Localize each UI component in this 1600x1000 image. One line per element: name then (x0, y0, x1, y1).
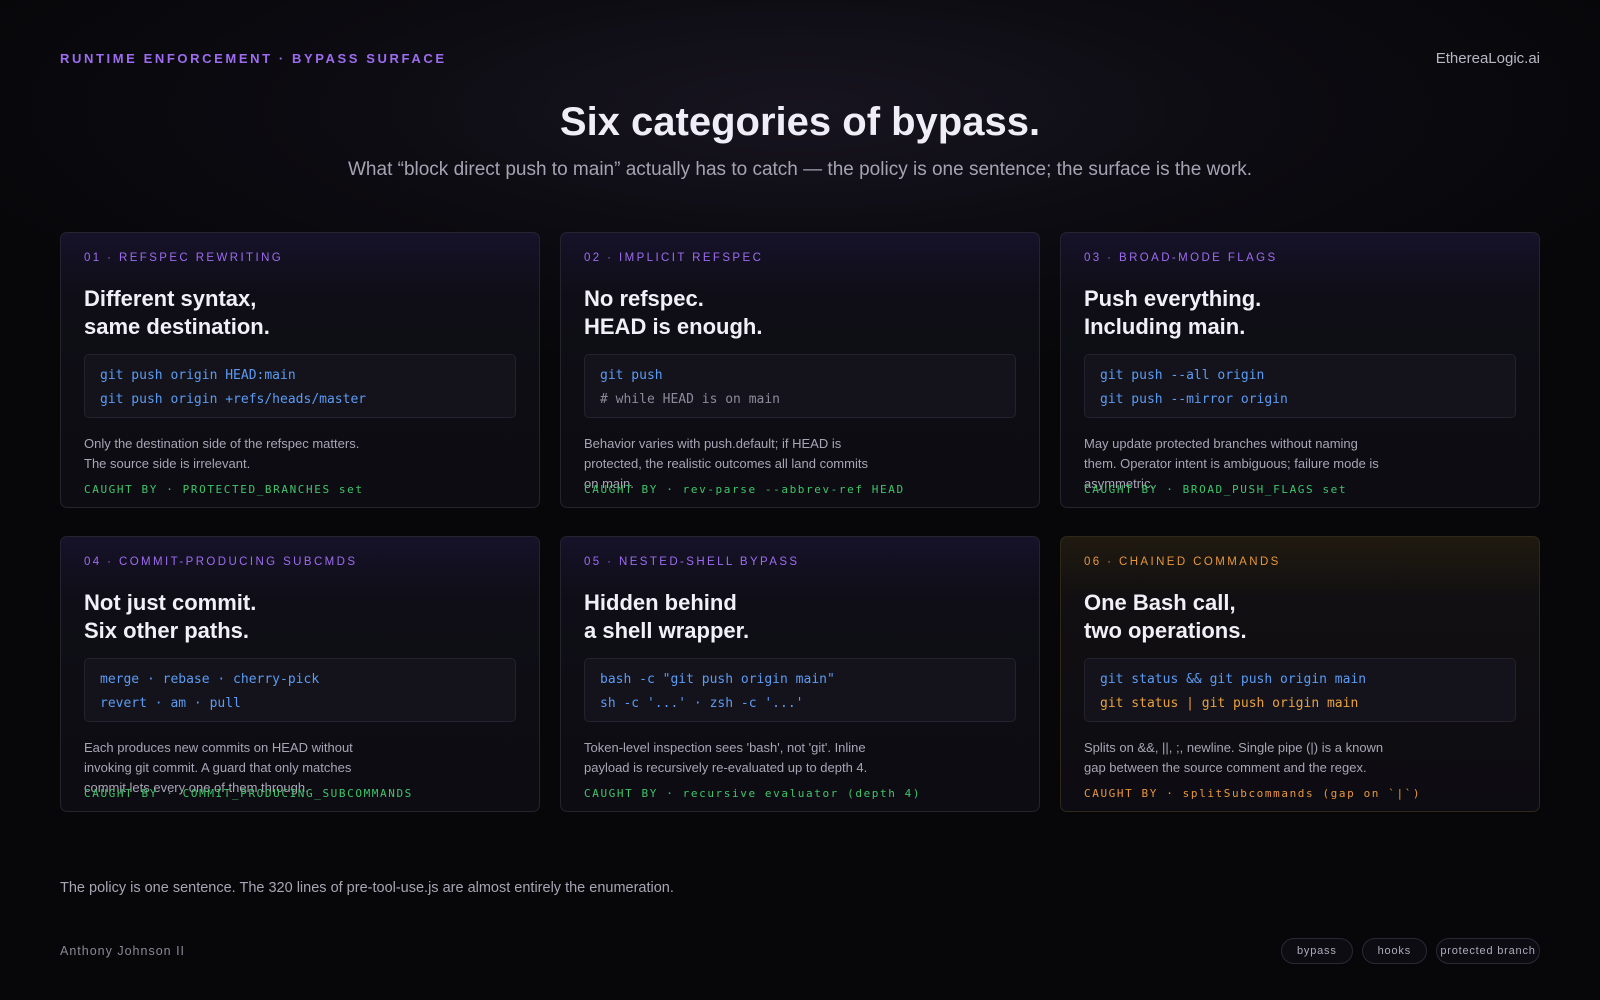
card-description: Token-level inspection sees 'bash', not … (584, 740, 868, 775)
bypass-card-refspec-rewriting: 01 · REFSPEC REWRITING Different syntax,… (60, 232, 540, 508)
card-tag: 02 · IMPLICIT REFSPEC (584, 252, 764, 264)
card-heading-line-1: Not just commit. (84, 590, 257, 615)
card-heading-line-2: two operations. (1084, 618, 1247, 643)
card-heading-line-1: Push everything. (1084, 286, 1262, 311)
caught-by-label: CAUGHT BY · COMMIT_PRODUCING_SUBCOMMANDS (84, 787, 413, 800)
caught-by-label: CAUGHT BY · splitSubcommands (gap on `|`… (1084, 787, 1422, 800)
code-line-1: bash -c "git push origin main" (600, 672, 835, 687)
card-heading: Hidden behind a shell wrapper. (584, 589, 749, 645)
card-heading: One Bash call, two operations. (1084, 589, 1247, 645)
page-subtitle: What “block direct push to main” actuall… (348, 159, 1252, 180)
caught-by-label: CAUGHT BY · PROTECTED_BRANCHES set (84, 483, 364, 496)
code-line-1: git push origin HEAD:main (100, 368, 296, 383)
bypass-card-chained-commands: 06 · CHAINED COMMANDS One Bash call, two… (1060, 536, 1540, 812)
card-heading-line-2: HEAD is enough. (584, 314, 763, 339)
bypass-card-nested-shell: 05 · NESTED-SHELL BYPASS Hidden behind a… (560, 536, 1040, 812)
card-description: Splits on &&, ||, ;, newline. Single pip… (1084, 740, 1384, 775)
card-heading: Different syntax, same destination. (84, 285, 270, 341)
code-line-2-warning: git status | git push origin main (1100, 696, 1359, 711)
card-heading-line-1: Hidden behind (584, 590, 737, 615)
bypass-card-broad-mode-flags: 03 · BROAD-MODE FLAGS Push everything. I… (1060, 232, 1540, 508)
card-heading-line-2: same destination. (84, 314, 270, 339)
topic-tags: bypass hooks protected branch (1280, 938, 1540, 964)
code-block: git push origin HEAD:main git push origi… (84, 354, 516, 418)
card-tag: 04 · COMMIT-PRODUCING SUBCMDS (84, 556, 358, 568)
card-heading-line-2: a shell wrapper. (584, 618, 750, 643)
author-name: Anthony Johnson II (60, 944, 186, 958)
code-block: bash -c "git push origin main" sh -c '..… (584, 658, 1016, 722)
footer-note: The policy is one sentence. The 320 line… (60, 880, 674, 896)
code-block: git push --all origin git push --mirror … (1084, 354, 1516, 418)
card-tag: 05 · NESTED-SHELL BYPASS (584, 556, 800, 568)
card-heading-line-1: Different syntax, (84, 286, 257, 311)
tag-hooks: hooks (1361, 938, 1427, 964)
card-heading: No refspec. HEAD is enough. (584, 285, 762, 341)
card-heading: Push everything. Including main. (1084, 285, 1261, 341)
card-tag: 01 · REFSPEC REWRITING (84, 252, 284, 264)
bypass-card-grid: 01 · REFSPEC REWRITING Different syntax,… (60, 232, 1540, 812)
caught-by-label: CAUGHT BY · rev-parse --abbrev-ref HEAD (584, 483, 905, 496)
code-line-1: merge · rebase · cherry-pick (100, 672, 320, 687)
code-line-1: git push --all origin (1100, 368, 1265, 383)
card-heading-line-1: One Bash call, (1084, 590, 1236, 615)
brand-name: EthereaLogic.ai (1435, 50, 1540, 67)
code-line-2: git push --mirror origin (1100, 392, 1288, 407)
card-tag: 06 · CHAINED COMMANDS (1084, 556, 1281, 568)
code-line-2: revert · am · pull (100, 696, 241, 711)
bypass-card-implicit-refspec: 02 · IMPLICIT REFSPEC No refspec. HEAD i… (560, 232, 1040, 508)
code-comment-line: # while HEAD is on main (600, 392, 781, 407)
code-block: merge · rebase · cherry-pick revert · am… (84, 658, 516, 722)
card-heading-line-1: No refspec. (584, 286, 704, 311)
card-heading-line-2: Six other paths. (84, 618, 250, 643)
caught-by-label: CAUGHT BY · BROAD_PUSH_FLAGS set (1084, 483, 1348, 496)
tag-protected-branch: protected branch (1436, 938, 1540, 964)
code-line-2: git push origin +refs/heads/master (100, 392, 367, 407)
code-line-1: git push (600, 368, 663, 383)
tag-bypass: bypass (1280, 938, 1353, 964)
card-tag: 03 · BROAD-MODE FLAGS (1084, 252, 1278, 264)
code-line-1: git status && git push origin main (1100, 672, 1367, 687)
card-description: Only the destination side of the refspec… (84, 436, 360, 471)
code-block: git status && git push origin main git s… (1084, 658, 1516, 722)
card-heading: Not just commit. Six other paths. (84, 589, 256, 645)
page-title: Six categories of bypass. (559, 100, 1041, 144)
card-heading-line-2: Including main. (1084, 314, 1246, 339)
code-line-2: sh -c '...' · zsh -c '...' (600, 696, 804, 711)
bypass-card-commit-producing-subcmds: 04 · COMMIT-PRODUCING SUBCMDS Not just c… (60, 536, 540, 812)
code-block: git push # while HEAD is on main (584, 354, 1016, 418)
caught-by-label: CAUGHT BY · recursive evaluator (depth 4… (584, 787, 922, 800)
section-eyebrow: RUNTIME ENFORCEMENT · BYPASS SURFACE (60, 51, 447, 66)
